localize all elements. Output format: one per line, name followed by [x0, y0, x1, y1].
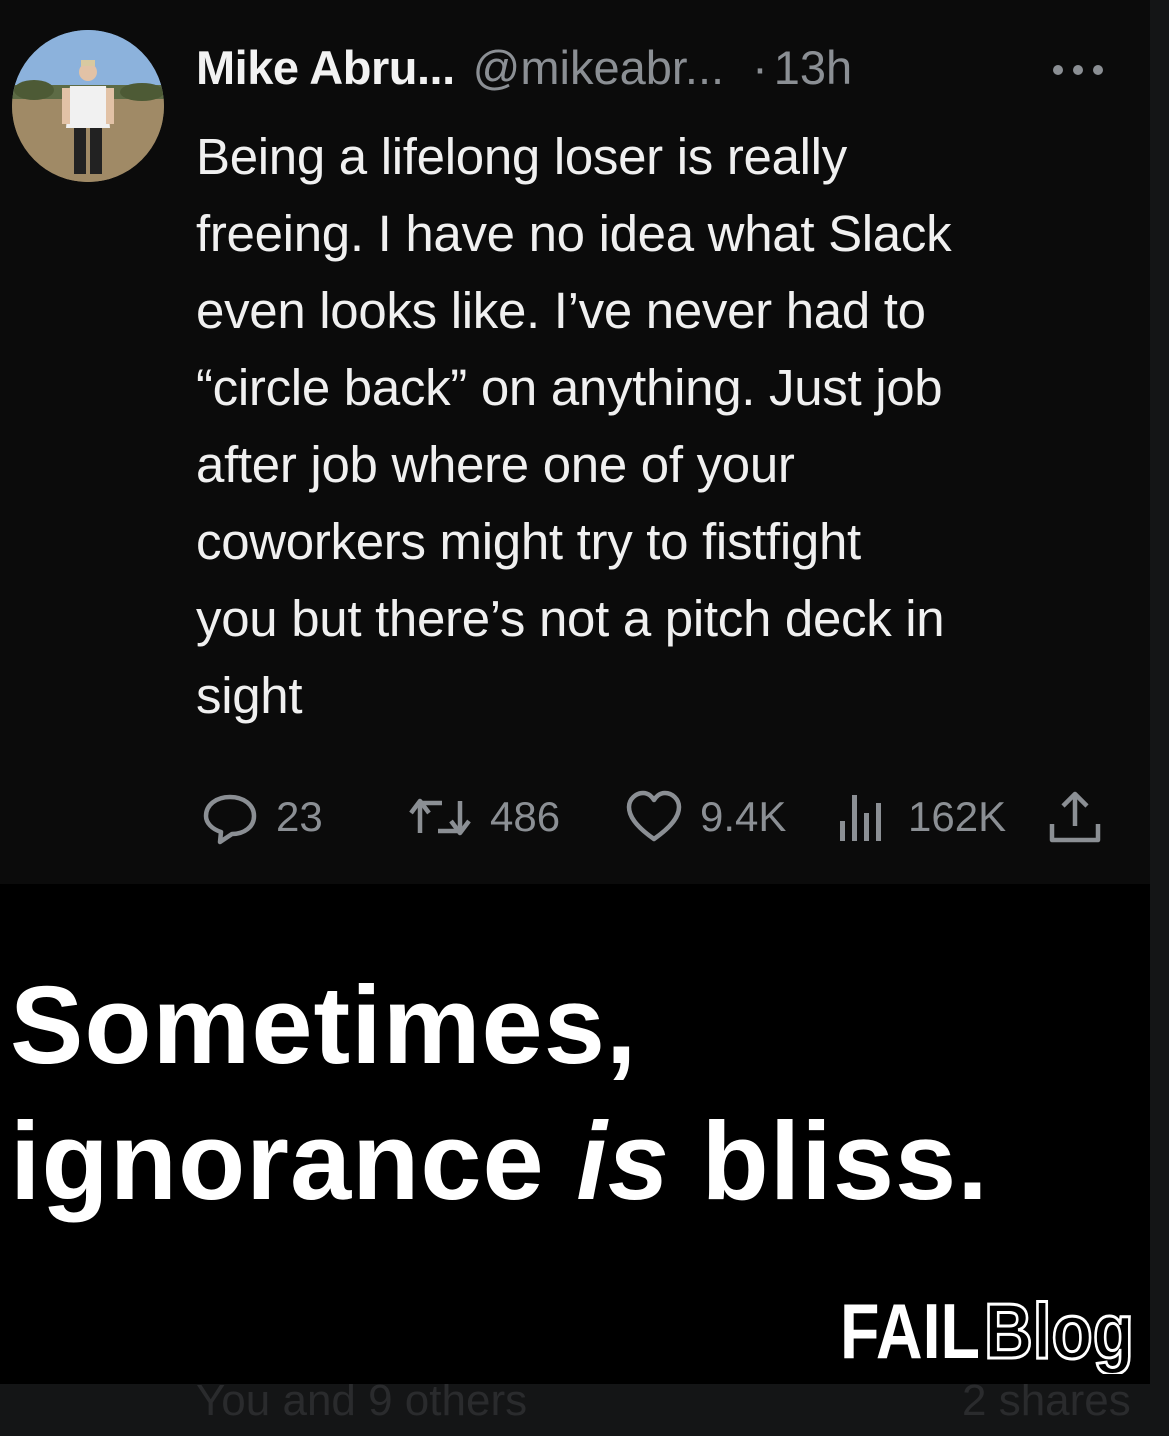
meme-caption: Sometimes, ignorance is bliss.: [10, 958, 989, 1230]
heart-icon: [626, 790, 682, 842]
shares-count[interactable]: 2 shares: [962, 1384, 1131, 1426]
caption-emphasis: is: [576, 1100, 670, 1223]
user-handle[interactable]: @mikeabr...: [473, 38, 724, 98]
tweet-text-line: coworkers might try to fistfight: [196, 513, 861, 570]
tweet-text-line: even looks like. I’ve never had to: [196, 282, 926, 339]
tweet-text-line: “circle back” on anything. Just job: [196, 359, 943, 416]
failblog-logo: FAIL Blog: [840, 1286, 1136, 1375]
more-options-icon[interactable]: [1050, 62, 1106, 78]
views-button[interactable]: 162K: [832, 782, 1006, 852]
caption-text: ignorance: [10, 1100, 577, 1223]
caption-line-1: Sometimes,: [10, 964, 638, 1087]
header-separator: ·: [752, 41, 768, 94]
tweet-text: Being a lifelong loser is really freeing…: [196, 118, 1136, 734]
logo-blog-text: Blog: [984, 1287, 1134, 1374]
display-name[interactable]: Mike Abru...: [196, 38, 455, 98]
view-count: 162K: [908, 793, 1007, 840]
tweet-card: Mike Abru... @mikeabr... · 13h Being a l…: [0, 0, 1150, 884]
logo-fail-text: FAIL: [840, 1287, 980, 1374]
tweet-text-line: you but there’s not a pitch deck in: [196, 590, 945, 647]
views-chart-icon: [840, 795, 881, 841]
tweet-text-line: Being a lifelong loser is really: [196, 128, 847, 185]
reply-icon: [203, 794, 257, 845]
tweet-timestamp[interactable]: 13h: [774, 38, 852, 98]
avatar[interactable]: [12, 30, 164, 182]
caption-line-2: ignorance is bliss.: [10, 1094, 989, 1230]
like-button[interactable]: 9.4K: [624, 782, 786, 852]
avatar-photo: [12, 30, 164, 182]
retweet-icon: [409, 798, 471, 836]
share-icon: [1049, 791, 1101, 843]
tweet-action-bar: 23 486 9.4K 162K: [196, 782, 1116, 852]
reactions-summary[interactable]: You and 9 others: [196, 1384, 527, 1426]
reply-count: 23: [276, 793, 323, 840]
reply-button[interactable]: 23: [200, 782, 323, 852]
underlying-post-footer: You and 9 others 2 shares: [0, 1384, 1169, 1436]
like-count: 9.4K: [700, 793, 787, 840]
tweet-text-line: sight: [196, 667, 303, 724]
tweet-header: Mike Abru... @mikeabr... · 13h: [196, 38, 852, 98]
retweet-button[interactable]: 486: [406, 782, 560, 852]
tweet-text-line: after job where one of your: [196, 436, 795, 493]
caption-text: bliss.: [669, 1100, 989, 1223]
retweet-count: 486: [490, 793, 561, 840]
tweet-text-line: freeing. I have no idea what Slack: [196, 205, 952, 262]
share-button[interactable]: [1044, 782, 1106, 852]
